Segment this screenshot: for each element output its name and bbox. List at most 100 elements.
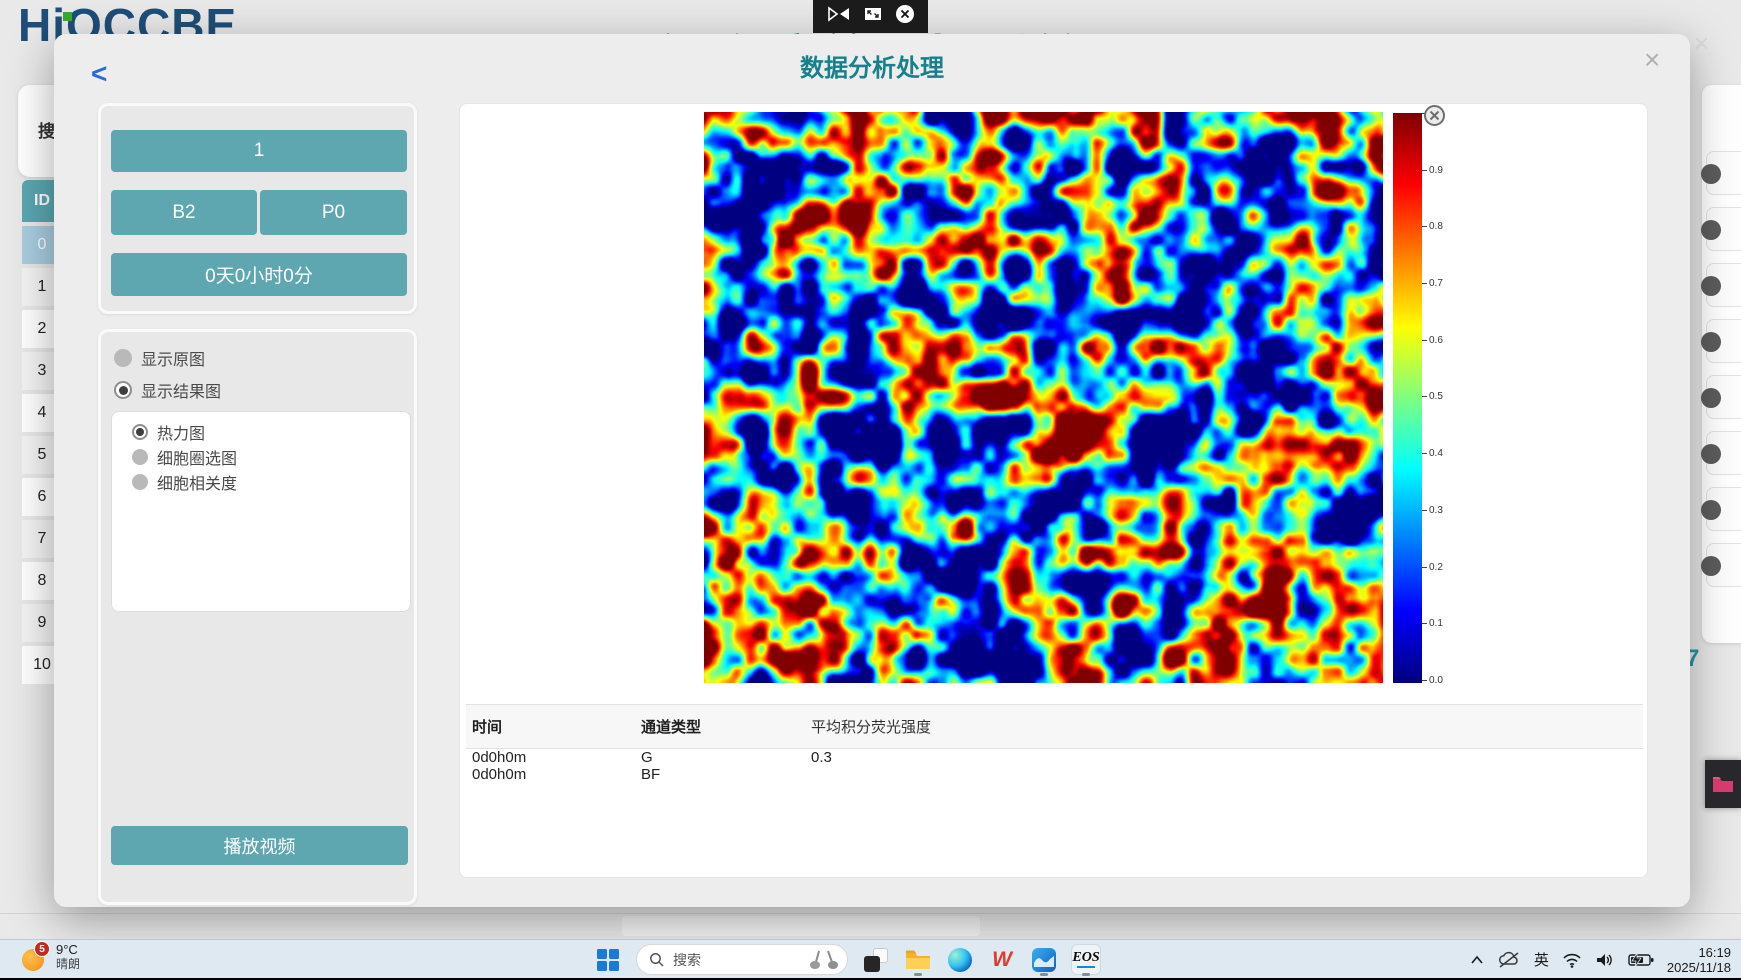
date-label: 2025/11/18 <box>1667 960 1731 975</box>
tray-chevron-up-icon[interactable] <box>1470 955 1484 965</box>
well-number-button[interactable]: 1 <box>111 130 407 172</box>
eos-app-icon[interactable]: EOS <box>1072 945 1100 975</box>
tick-mark <box>1422 283 1427 284</box>
background-window-close-icon[interactable]: × <box>1694 30 1709 56</box>
tick-mark <box>1422 170 1427 171</box>
tick-mark <box>1422 453 1427 454</box>
tick-mark <box>1422 567 1427 568</box>
radio-cell-outline[interactable]: 细胞圈选图 <box>132 445 237 469</box>
radio-icon-selected[interactable] <box>114 381 132 399</box>
table-row[interactable]: 0d0h0m BF <box>466 766 1643 783</box>
radio-heatmap[interactable]: 热力图 <box>132 420 205 444</box>
search-icon <box>649 952 665 968</box>
colorbar-close-icon[interactable] <box>1423 104 1446 132</box>
task-view-button[interactable] <box>862 945 890 975</box>
background-list-item[interactable] <box>1706 319 1741 363</box>
tick-label: 0.7 <box>1429 278 1443 289</box>
radio-icon[interactable] <box>114 349 132 367</box>
clock-widget[interactable]: 16:19 2025/11/18 <box>1667 945 1731 975</box>
background-divider <box>0 913 1741 914</box>
result-type-subpanel: 热力图 细胞圈选图 细胞相关度 <box>111 411 411 612</box>
colorbar-tick: 0.5 <box>1422 391 1443 402</box>
cell-channel: G <box>641 749 811 766</box>
background-right-panel <box>1702 85 1741 643</box>
volume-icon[interactable] <box>1595 952 1615 968</box>
colorbar-tick: 0.6 <box>1422 335 1443 346</box>
colorbar-tick-list: 1.0 0.9 0.8 0.7 <box>1422 108 1443 686</box>
taskbar: 5 9°C 晴朗 搜索 <box>0 939 1741 978</box>
background-list-item[interactable] <box>1706 487 1741 531</box>
radio-icon[interactable] <box>132 449 148 465</box>
row-button[interactable]: B2 <box>111 190 257 235</box>
tick-label: 0.3 <box>1429 505 1443 516</box>
position-button[interactable]: P0 <box>260 190 407 235</box>
colorbar-tick: 0.3 <box>1422 505 1443 516</box>
radio-label: 热力图 <box>157 420 205 444</box>
tick-label: 0.0 <box>1429 675 1443 686</box>
dialog-close-icon[interactable]: × <box>1644 46 1660 74</box>
table-body: 0d0h0m G 0.3 0d0h0m BF <box>466 749 1643 783</box>
cell-channel: BF <box>641 766 811 783</box>
folder-widget[interactable] <box>1705 760 1741 808</box>
radio-show-original[interactable]: 显示原图 <box>114 346 205 370</box>
colorbar-tick: 0.7 <box>1422 278 1443 289</box>
sample-info-panel: 1 B2 P0 0天0小时0分 <box>98 103 417 314</box>
table-row[interactable]: 0d0h0m G 0.3 <box>466 749 1643 766</box>
background-list-item[interactable] <box>1706 431 1741 475</box>
radio-icon-selected[interactable] <box>132 424 148 440</box>
weather-condition-label: 晴朗 <box>56 957 80 971</box>
tick-label: 0.1 <box>1429 618 1443 629</box>
display-options-panel: 显示原图 显示结果图 热力图 细胞圈选图 细胞相关度 <box>98 329 417 905</box>
cell-time: 0d0h0m <box>472 766 641 783</box>
background-list-item[interactable] <box>1706 543 1741 587</box>
flip-horizontal-icon[interactable] <box>827 5 851 28</box>
col-header-time: 时间 <box>472 716 641 737</box>
background-list-item[interactable] <box>1706 151 1741 195</box>
col-header-channel: 通道类型 <box>641 716 811 737</box>
colorbar-tick: 0.1 <box>1422 618 1443 629</box>
taskbar-center: 搜索 W <box>594 940 1100 979</box>
tick-label: 0.6 <box>1429 335 1443 346</box>
background-list-item[interactable] <box>1706 263 1741 307</box>
wifi-icon[interactable] <box>1562 952 1582 968</box>
file-explorer-icon[interactable] <box>904 945 932 975</box>
edge-browser-icon[interactable] <box>946 945 974 975</box>
wps-label: W <box>992 948 1012 972</box>
close-capture-icon[interactable] <box>895 4 915 29</box>
radio-cell-correlation[interactable]: 细胞相关度 <box>132 470 237 494</box>
battery-charging-icon[interactable] <box>1628 953 1654 967</box>
photos-app-icon[interactable] <box>1030 945 1058 975</box>
col-header-intensity: 平均积分荧光强度 <box>811 716 1643 737</box>
ime-language-indicator[interactable]: 英 <box>1534 949 1549 970</box>
resize-icon[interactable] <box>863 6 883 27</box>
onedrive-paused-icon[interactable] <box>1497 951 1521 969</box>
tick-label: 0.4 <box>1429 448 1443 459</box>
heatmap-image[interactable] <box>704 112 1383 683</box>
capture-toolbar <box>813 0 928 33</box>
table-header-row: 时间 通道类型 平均积分荧光强度 <box>466 704 1643 749</box>
colorbar-tick: 0.9 <box>1422 165 1443 176</box>
radio-label: 细胞圈选图 <box>157 445 237 469</box>
time-button[interactable]: 0天0小时0分 <box>111 253 407 296</box>
time-label: 16:19 <box>1698 945 1731 960</box>
background-bottom-strip <box>622 916 980 936</box>
colorbar-tick: 0.2 <box>1422 562 1443 573</box>
results-table: 时间 通道类型 平均积分荧光强度 0d0h0m G 0.3 0d0h0m <box>466 704 1643 783</box>
radio-icon[interactable] <box>132 474 148 490</box>
play-video-button[interactable]: 播放视频 <box>111 826 408 865</box>
sun-icon: 5 <box>22 943 50 971</box>
wps-office-icon[interactable]: W <box>988 945 1016 975</box>
search-highlight-graphic <box>809 949 839 971</box>
background-list-item[interactable] <box>1706 375 1741 419</box>
tick-mark <box>1422 226 1427 227</box>
taskbar-search-input[interactable]: 搜索 <box>636 944 848 975</box>
radio-show-result[interactable]: 显示结果图 <box>114 378 221 402</box>
eos-label: EOS <box>1072 951 1099 965</box>
start-button[interactable] <box>594 945 622 975</box>
tick-mark <box>1422 340 1427 341</box>
data-analysis-dialog: < 数据分析处理 × 1 B2 P0 0天0小时0分 显示原图 显示结果图 热力… <box>54 34 1690 907</box>
weather-widget[interactable]: 5 9°C 晴朗 <box>22 943 80 971</box>
tick-mark <box>1422 396 1427 397</box>
radio-label: 显示原图 <box>141 346 205 370</box>
background-list-item[interactable] <box>1706 207 1741 251</box>
